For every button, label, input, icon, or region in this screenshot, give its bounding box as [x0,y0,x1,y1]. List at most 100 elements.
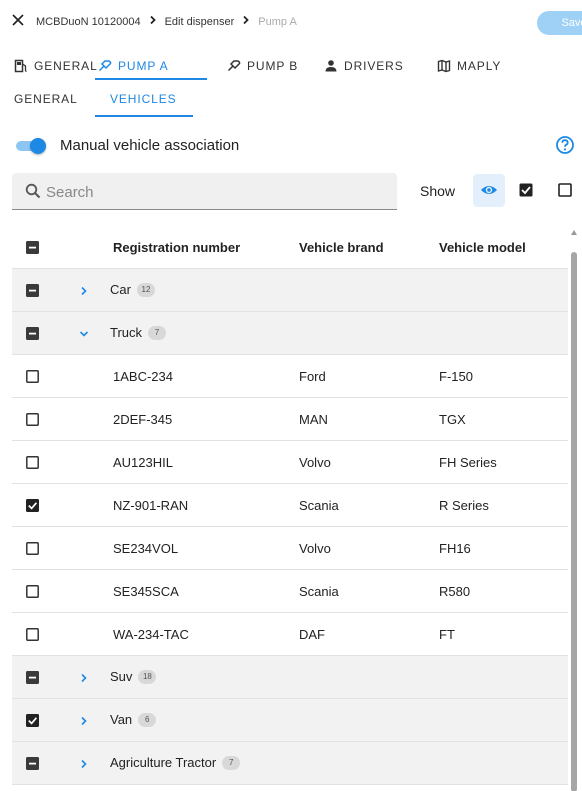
table-scrollbar[interactable] [570,230,578,791]
registration-cell: SE234VOL [113,541,179,556]
group-row[interactable]: Agriculture Tractor 7 [12,742,568,785]
chevron-right-icon [234,15,258,28]
gas-station-icon [14,59,27,73]
subtab-general[interactable]: GENERAL [14,92,78,106]
registration-cell: AU123HIL [113,455,173,470]
row-checkbox[interactable] [26,413,39,426]
table-row: SE345SCA Scania R580 [12,570,568,613]
row-checkbox[interactable] [26,542,39,555]
scroll-up-arrow-icon[interactable] [571,230,577,235]
chevron-right-icon[interactable] [78,285,90,297]
tab-maply-label: MAPLY [457,59,502,73]
brand-cell: Scania [299,584,339,599]
registration-cell: 2DEF-345 [113,412,173,427]
chevron-right-icon[interactable] [78,758,90,770]
pump-nozzle-icon [98,60,112,72]
table-row: 2DEF-345 MAN TGX [12,398,568,441]
active-subtab-indicator [95,115,193,117]
group-count-badge: 18 [138,669,157,684]
map-icon [437,59,451,73]
header-vehicle-brand[interactable]: Vehicle brand [299,240,384,255]
subtab-vehicles[interactable]: VEHICLES [110,92,177,106]
main-tab-bar: GENERAL PUMP A PUMP B DRIVERS MAPLY [0,50,582,80]
brand-cell: DAF [299,627,325,642]
brand-cell: Volvo [299,455,331,470]
table-row: SE234VOL Volvo FH16 [12,527,568,570]
row-checkbox[interactable] [26,757,39,770]
group-count-badge: 7 [222,755,241,770]
show-filter-label: Show [420,183,456,199]
show-checked-filter-icon[interactable] [519,183,533,197]
show-unchecked-filter-icon[interactable] [558,183,572,197]
scrollbar-thumb[interactable] [571,252,577,791]
close-icon[interactable] [10,12,26,28]
model-cell: TGX [439,412,466,427]
manual-association-row: Manual vehicle association [14,135,574,157]
model-cell: FT [439,627,455,642]
tab-pump-b[interactable]: PUMP B [227,54,298,78]
registration-cell: 1ABC-234 [113,369,173,384]
active-tab-indicator [95,78,207,80]
registration-cell: WA-234-TAC [113,627,189,642]
row-checkbox[interactable] [26,370,39,383]
row-checkbox[interactable] [26,499,39,512]
row-checkbox[interactable] [26,671,39,684]
group-label: Agriculture Tractor 7 [110,755,241,770]
chevron-right-icon[interactable] [78,715,90,727]
person-icon [325,60,337,72]
brand-cell: Volvo [299,541,331,556]
breadcrumb-item-device[interactable]: MCBDuoN 10120004 [36,16,141,28]
group-row[interactable]: Van 6 [12,699,568,742]
group-row[interactable]: Suv 18 [12,656,568,699]
table-row: NZ-901-RAN Scania R Series [12,484,568,527]
eye-icon [481,186,497,194]
group-count-badge: 6 [138,712,157,727]
group-count-badge: 7 [148,325,167,340]
model-cell: F-150 [439,369,473,384]
group-name: Truck [110,325,143,340]
chevron-down-icon[interactable] [78,328,90,340]
search-input[interactable] [46,181,376,203]
tab-pump-a[interactable]: PUMP A [98,54,169,78]
breadcrumb: MCBDuoN 10120004 Edit dispenser Pump A [36,15,297,28]
sub-tab-bar: GENERAL VEHICLES [0,86,582,120]
group-name: Suv [110,669,133,684]
group-label: Suv 18 [110,669,157,684]
group-row[interactable]: Car 12 [12,269,568,312]
group-name: Agriculture Tractor [110,755,217,770]
table-row: AU123HIL Volvo FH Series [12,441,568,484]
registration-cell: SE345SCA [113,584,179,599]
table-row: WA-234-TAC DAF FT [12,613,568,656]
show-all-button[interactable] [473,174,505,207]
select-all-checkbox[interactable] [26,241,39,254]
group-row[interactable]: Truck 7 [12,312,568,355]
model-cell: FH16 [439,541,471,556]
search-box [12,173,397,210]
row-checkbox[interactable] [26,628,39,641]
group-count-badge: 12 [136,282,155,297]
header-vehicle-model[interactable]: Vehicle model [439,240,526,255]
table-row: 1ABC-234 Ford F-150 [12,355,568,398]
help-icon[interactable] [555,135,575,155]
breadcrumb-item-edit-dispenser[interactable]: Edit dispenser [165,16,235,28]
tab-pump-b-label: PUMP B [247,59,299,73]
tab-maply[interactable]: MAPLY [437,54,501,78]
model-cell: R580 [439,584,471,599]
row-checkbox[interactable] [26,327,39,340]
model-cell: R Series [439,498,489,513]
row-checkbox[interactable] [26,714,39,727]
pump-nozzle-icon [227,60,241,72]
header-registration-number[interactable]: Registration number [113,240,240,255]
save-button[interactable]: Save [537,11,582,35]
tab-general[interactable]: GENERAL [14,54,98,78]
manual-association-toggle[interactable] [14,138,48,154]
breadcrumb-item-current: Pump A [258,15,297,28]
group-label: Truck 7 [110,325,167,340]
brand-cell: Ford [299,369,326,384]
tab-drivers[interactable]: DRIVERS [324,54,404,78]
row-checkbox[interactable] [26,284,39,297]
chevron-right-icon[interactable] [78,672,90,684]
row-checkbox[interactable] [26,456,39,469]
group-label: Car 12 [110,282,155,297]
row-checkbox[interactable] [26,585,39,598]
